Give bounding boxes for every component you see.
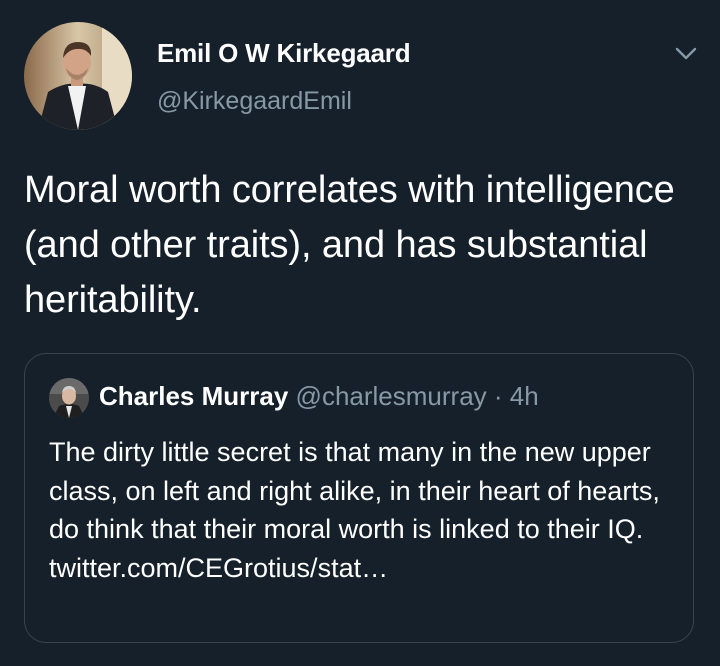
author-handle[interactable]: @KirkegaardEmil xyxy=(157,87,352,116)
tweet-text: Moral worth correlates with intelligence… xyxy=(24,169,675,321)
quoted-tweet-header: Charles Murray @charlesmurray · 4h xyxy=(99,381,539,412)
quoted-tweet-card[interactable]: Charles Murray @charlesmurray · 4h The d… xyxy=(24,353,694,643)
quoted-tweet-text: The dirty little secret is that many in … xyxy=(49,437,660,583)
author-avatar[interactable] xyxy=(24,22,132,130)
profile-photo-icon xyxy=(49,378,89,418)
chevron-down-icon xyxy=(675,47,697,60)
tweet-menu-button[interactable] xyxy=(668,40,704,68)
header-separator: · xyxy=(493,381,503,411)
author-display-name[interactable]: Emil O W Kirkegaard xyxy=(157,38,411,69)
quoted-author-avatar[interactable] xyxy=(49,378,89,418)
quoted-tweet-timestamp[interactable]: 4h xyxy=(510,381,539,411)
quoted-author-handle[interactable]: @charlesmurray xyxy=(296,381,487,411)
tweet: Emil O W Kirkegaard @KirkegaardEmil Mora… xyxy=(0,0,720,666)
quoted-author-display-name[interactable]: Charles Murray xyxy=(99,381,288,411)
profile-photo-icon xyxy=(24,22,132,130)
